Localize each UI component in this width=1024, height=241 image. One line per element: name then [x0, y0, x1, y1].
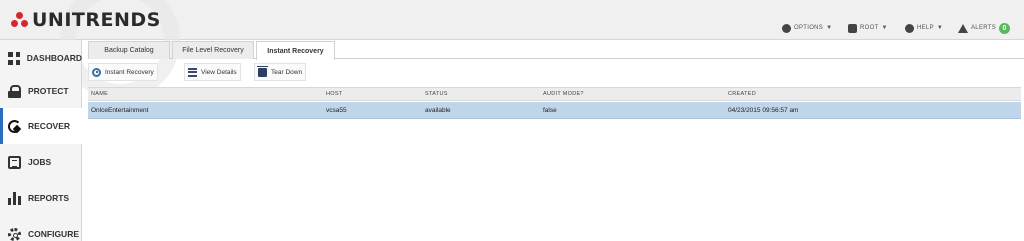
sidebar-item-label: JOBS [28, 157, 52, 167]
tab-instant-recovery[interactable]: Instant Recovery [256, 41, 335, 60]
sidebar-item-jobs[interactable]: JOBS [0, 144, 82, 180]
cell-created: 04/23/2015 09:56:57 am [728, 107, 799, 114]
options-menu[interactable]: OPTIONS ▼ [782, 20, 832, 36]
cell-host: vcsa55 [326, 107, 347, 114]
sidebar-item-protect[interactable]: PROTECT [0, 73, 82, 109]
chevron-down-icon: ▼ [881, 25, 888, 31]
app-header: UNITRENDS OPTIONS ▼ ROOT ▼ HELP ▼ ALERTS… [0, 0, 1024, 100]
jobs-list-icon [8, 155, 21, 169]
chevron-down-icon: ▼ [826, 25, 833, 31]
cell-name: OnlceEntertainment [91, 107, 149, 114]
table-row[interactable]: OnlceEntertainment vcsa55 available fals… [88, 102, 1021, 119]
user-icon [848, 23, 857, 33]
sidebar-item-reports[interactable]: REPORTS [0, 180, 82, 216]
user-label: ROOT [860, 25, 879, 31]
alerts-count-badge: 0 [999, 22, 1011, 34]
column-header-status[interactable]: STATUS [425, 88, 448, 102]
tear-down-label: Tear Down [271, 68, 303, 76]
options-label: OPTIONS [794, 25, 824, 31]
instant-recovery-button[interactable]: Instant Recovery [88, 63, 158, 81]
sidebar-item-label: RECOVER [28, 121, 71, 131]
help-label: HELP [917, 25, 934, 31]
instant-recovery-label: Instant Recovery [105, 68, 154, 76]
sidebar-item-label: DASHBOARD [26, 53, 82, 63]
warning-icon [958, 23, 968, 33]
alerts-menu[interactable]: ALERTS 0 [958, 20, 1011, 36]
gear-icon [8, 227, 21, 241]
help-icon [905, 23, 914, 33]
lock-icon [8, 84, 21, 98]
options-icon [782, 23, 791, 33]
sidebar-item-dashboard[interactable]: DASHBOARD [0, 40, 82, 76]
column-header-host[interactable]: HOST [326, 88, 342, 102]
user-menu[interactable]: ROOT ▼ [848, 20, 888, 36]
view-details-label: View Details [201, 68, 237, 76]
logo-text: UNITRENDS [32, 9, 161, 31]
help-menu[interactable]: HELP ▼ [905, 20, 943, 36]
sidebar-item-recover[interactable]: RECOVER [0, 108, 83, 144]
action-toolbar: Instant Recovery View Details Tear Down [88, 62, 1024, 82]
cell-status: available [425, 107, 451, 114]
instant-recovery-icon [92, 67, 101, 77]
sidebar: DASHBOARD PROTECT RECOVER JOBS REPORTS C… [0, 40, 83, 241]
sidebar-item-configure[interactable]: CONFIGURE [0, 216, 82, 241]
chevron-down-icon: ▼ [936, 25, 944, 31]
column-header-audit-mode[interactable]: AUDIT MODE? [543, 88, 584, 102]
bar-chart-icon [8, 191, 21, 205]
tab-backup-catalog[interactable]: Backup Catalog [88, 41, 170, 59]
dashboard-grid-icon [8, 51, 20, 65]
alerts-label: ALERTS [971, 25, 997, 31]
tear-down-button[interactable]: Tear Down [254, 63, 307, 81]
sidebar-item-label: PROTECT [28, 86, 69, 96]
unitrends-logo[interactable]: UNITRENDS [10, 8, 161, 32]
logo-dots-icon [10, 12, 30, 28]
column-header-name[interactable]: NAME [91, 88, 108, 102]
sidebar-item-label: CONFIGURE [28, 229, 79, 239]
instant-recovery-table: NAME HOST STATUS AUDIT MODE? CREATED Onl… [88, 87, 1021, 119]
tab-file-level-recovery[interactable]: File Level Recovery [172, 41, 254, 59]
trash-icon [257, 65, 268, 77]
column-header-created[interactable]: CREATED [728, 88, 756, 102]
sidebar-item-label: REPORTS [28, 193, 70, 203]
recover-icon [8, 119, 21, 133]
table-header: NAME HOST STATUS AUDIT MODE? CREATED [88, 87, 1021, 101]
recover-tabs: Backup Catalog File Level Recovery Insta… [88, 40, 1024, 60]
details-list-icon [188, 67, 197, 77]
cell-audit-mode: false [543, 107, 557, 114]
view-details-button[interactable]: View Details [184, 63, 241, 81]
